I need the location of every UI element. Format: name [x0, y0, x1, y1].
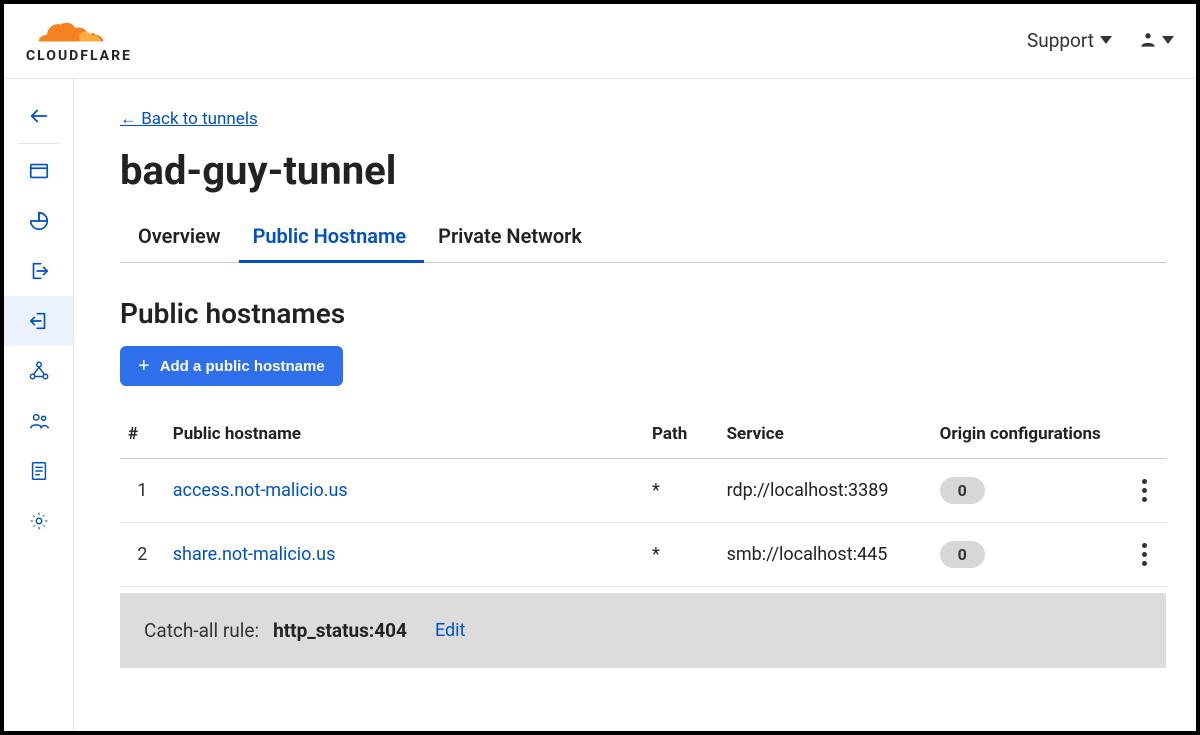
- col-origin: Origin configurations: [932, 414, 1124, 459]
- sidebar-item-settings[interactable]: [4, 496, 73, 546]
- col-path: Path: [644, 414, 719, 459]
- catchall-rule-box: Catch-all rule: http_status:404 Edit: [120, 593, 1166, 668]
- hostnames-table: # Public hostname Path Service Origin co…: [120, 414, 1166, 587]
- catchall-edit-link[interactable]: Edit: [435, 620, 465, 641]
- chevron-down-icon: [1100, 36, 1112, 44]
- row-actions-menu[interactable]: [1123, 459, 1166, 523]
- sidebar-divider: [18, 143, 59, 144]
- gear-icon: [28, 510, 50, 532]
- row-num: 1: [120, 459, 165, 523]
- main-content: ← Back to tunnels bad-guy-tunnel Overvie…: [74, 79, 1196, 735]
- support-label: Support: [1027, 29, 1094, 52]
- origin-count-pill: 0: [940, 541, 985, 568]
- document-icon: [28, 460, 50, 482]
- browser-icon: [28, 160, 50, 182]
- team-icon: [28, 410, 50, 432]
- sidebar-back[interactable]: [4, 91, 73, 141]
- row-path: *: [644, 523, 719, 587]
- user-menu[interactable]: [1138, 30, 1174, 50]
- table-row: 1 access.not-malicio.us * rdp://localhos…: [120, 459, 1166, 523]
- row-path: *: [644, 459, 719, 523]
- brand-name: CLOUDFLARE: [26, 48, 132, 64]
- sidebar-item-network[interactable]: [4, 346, 73, 396]
- col-actions: [1123, 414, 1166, 459]
- sidebar-item-team[interactable]: [4, 396, 73, 446]
- col-num: #: [120, 414, 165, 459]
- tab-private-network[interactable]: Private Network: [424, 212, 600, 262]
- sidebar-item-tunnels[interactable]: [4, 296, 73, 346]
- add-public-hostname-button[interactable]: + Add a public hostname: [120, 346, 343, 386]
- sidebar-item-browser[interactable]: [4, 146, 73, 196]
- brand-logo[interactable]: CLOUDFLARE: [26, 16, 132, 64]
- arrow-left-icon: [28, 105, 50, 127]
- sidebar-item-logs[interactable]: [4, 446, 73, 496]
- table-row: 2 share.not-malicio.us * smb://localhost…: [120, 523, 1166, 587]
- row-service: rdp://localhost:3389: [719, 459, 932, 523]
- network-icon: [28, 360, 50, 382]
- support-dropdown[interactable]: Support: [1027, 29, 1112, 52]
- back-to-tunnels-link[interactable]: ← Back to tunnels: [120, 109, 258, 129]
- row-actions-menu[interactable]: [1123, 523, 1166, 587]
- tab-public-hostname[interactable]: Public Hostname: [239, 212, 425, 263]
- section-title: Public hostnames: [120, 297, 1166, 330]
- page-title: bad-guy-tunnel: [120, 147, 1166, 194]
- exit-icon: [28, 260, 50, 282]
- chevron-down-icon: [1162, 36, 1174, 44]
- pie-chart-icon: [28, 210, 50, 232]
- catchall-label: Catch-all rule:: [144, 619, 259, 642]
- catchall-value: http_status:404: [273, 619, 407, 642]
- col-service: Service: [719, 414, 932, 459]
- row-service: smb://localhost:445: [719, 523, 932, 587]
- sidebar-item-logout[interactable]: [4, 246, 73, 296]
- hostname-link[interactable]: share.not-malicio.us: [173, 544, 336, 565]
- sidebar-item-analytics[interactable]: [4, 196, 73, 246]
- tab-overview[interactable]: Overview: [120, 212, 239, 262]
- hostname-link[interactable]: access.not-malicio.us: [173, 480, 348, 501]
- sidebar: [4, 79, 74, 735]
- add-button-label: Add a public hostname: [160, 358, 325, 375]
- plus-icon: +: [138, 356, 150, 376]
- tabs: Overview Public Hostname Private Network: [120, 212, 1166, 263]
- user-icon: [1138, 30, 1158, 50]
- kebab-icon: [1131, 479, 1158, 502]
- app-header: CLOUDFLARE Support: [4, 4, 1196, 79]
- origin-count-pill: 0: [940, 477, 985, 504]
- header-right: Support: [1027, 29, 1174, 52]
- kebab-icon: [1131, 543, 1158, 566]
- login-icon: [28, 310, 50, 332]
- cloudflare-cloud-icon: [26, 16, 116, 50]
- col-hostname: Public hostname: [165, 414, 644, 459]
- row-num: 2: [120, 523, 165, 587]
